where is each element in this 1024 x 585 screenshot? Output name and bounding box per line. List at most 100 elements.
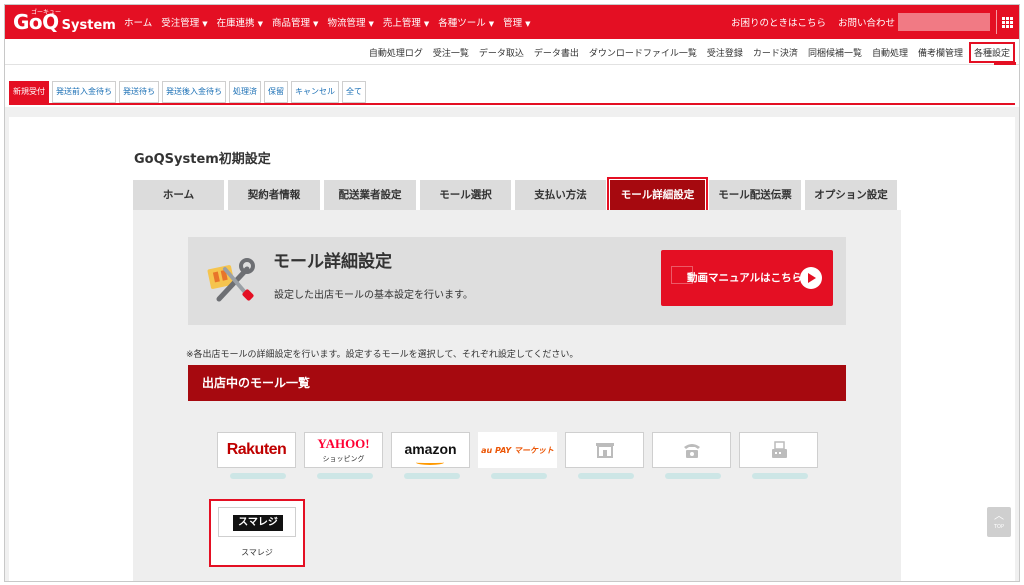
amazon-logo: amazon xyxy=(404,441,457,457)
setup-tab-mall-select[interactable]: モール選択 xyxy=(420,180,511,210)
subnav-auto-log[interactable]: 自動処理ログ xyxy=(369,46,423,59)
goq-logo[interactable]: ゴーキュー GoQ System xyxy=(13,8,116,36)
nav-label: 売上管理 xyxy=(382,18,421,29)
subnav-card-payment[interactable]: カード決済 xyxy=(753,46,798,59)
play-icon xyxy=(800,267,822,289)
order-status-area: 新規受付 発送前入金待ち 発送待ち 発送後入金待ち 処理済 保留 キャンセル 全… xyxy=(5,65,1019,107)
mall-list-heading: 出店中のモール一覧 xyxy=(188,365,846,401)
mall-label-blurred xyxy=(404,473,460,479)
subnav-data-import[interactable]: データ取込 xyxy=(479,46,524,59)
nav-logistics[interactable]: 物流管理 ▼ xyxy=(327,15,373,29)
mall-label-blurred xyxy=(665,473,721,479)
main-nav: ホーム 受注管理 ▼ 在庫連携 ▼ 商品管理 ▼ 物流管理 ▼ 売上管理 ▼ 各種ツール ▼… xyxy=(124,5,540,39)
video-manual-label: 動画マニュアルはこちら xyxy=(687,272,803,284)
nav-tools[interactable]: 各種ツール ▼ xyxy=(438,15,494,29)
mall-smaregi[interactable]: スマレジ スマレジ xyxy=(209,499,305,567)
status-tab-postpay-wait[interactable]: 発送後入金待ち xyxy=(162,81,226,103)
app-window: ゴーキュー GoQ System ホーム 受注管理 ▼ 在庫連携 ▼ 商品管理 ▼ 物… xyxy=(4,4,1020,582)
nav-products[interactable]: 商品管理 ▼ xyxy=(272,15,318,29)
status-tab-cancel[interactable]: キャンセル xyxy=(291,81,339,103)
video-manual-button[interactable]: 動画マニュアルはこちら xyxy=(661,250,833,306)
smaregi-logo-box: スマレジ xyxy=(218,507,296,537)
nav-admin[interactable]: 管理 ▼ xyxy=(503,15,530,29)
status-tab-hold[interactable]: 保留 xyxy=(264,81,288,103)
mall-yahoo[interactable]: YAHOO! ショッピング xyxy=(304,432,383,479)
setup-tab-payment[interactable]: 支払い方法 xyxy=(515,180,606,210)
caret-down-icon: ▼ xyxy=(423,20,430,28)
top-bar: ゴーキュー GoQ System ホーム 受注管理 ▼ 在庫連携 ▼ 商品管理 ▼ 物… xyxy=(5,5,1019,39)
mall-shop[interactable] xyxy=(565,432,644,479)
subnav-data-export[interactable]: データ書出 xyxy=(534,46,579,59)
amazon-smile-icon xyxy=(416,460,444,465)
nav-label: 物流管理 xyxy=(327,18,366,29)
apps-grid-button[interactable] xyxy=(996,10,1018,34)
setup-tab-contractor[interactable]: 契約者情報 xyxy=(228,180,320,210)
nav-sales[interactable]: 売上管理 ▼ xyxy=(383,15,429,29)
status-tab-underline xyxy=(9,103,1015,105)
setup-tab-options[interactable]: オプション設定 xyxy=(805,180,897,210)
tools-icon xyxy=(207,258,255,302)
logo-ruby: ゴーキュー xyxy=(31,9,62,16)
nav-label: 商品管理 xyxy=(272,18,311,29)
grid-icon xyxy=(1002,16,1013,28)
subnav-remarks[interactable]: 備考欄管理 xyxy=(918,46,963,59)
status-tab-ship-wait[interactable]: 発送待ち xyxy=(119,81,159,103)
status-tab-new[interactable]: 新規受付 xyxy=(9,81,49,103)
smaregi-logo: スマレジ xyxy=(233,515,283,531)
status-tab-done[interactable]: 処理済 xyxy=(229,81,261,103)
nav-label: 各種ツール xyxy=(438,18,486,29)
nav-home[interactable]: ホーム xyxy=(124,15,152,29)
content-panel: GoQSystem初期設定 ホーム 契約者情報 配送業者設定 モール選択 支払い… xyxy=(9,117,1015,581)
mall-label-blurred xyxy=(230,473,286,479)
mall-label-blurred xyxy=(491,473,547,479)
user-account-box[interactable] xyxy=(898,13,990,31)
mall-fax[interactable] xyxy=(739,432,818,479)
mall-label-blurred xyxy=(578,473,634,479)
caret-down-icon: ▼ xyxy=(257,20,264,28)
chevron-up-icon: ︿ xyxy=(994,511,1004,522)
section-header-box: モール詳細設定 設定した出店モールの基本設定を行います。 動画マニュアルはこちら xyxy=(188,237,846,325)
mall-logo-list: Rakuten YAHOO! ショッピング amazon au PAY マーケッ… xyxy=(217,432,826,479)
subnav-auto-process[interactable]: 自動処理 xyxy=(872,46,908,59)
subnav-order-register[interactable]: 受注登録 xyxy=(707,46,743,59)
subnav-download-list[interactable]: ダウンロードファイル一覧 xyxy=(589,46,697,59)
fax-icon xyxy=(772,441,787,458)
mall-aupay[interactable]: au PAY マーケット xyxy=(478,432,557,479)
mall-amazon[interactable]: amazon xyxy=(391,432,470,479)
nav-label: 受注管理 xyxy=(161,18,200,29)
mall-phone[interactable] xyxy=(652,432,731,479)
aupay-logo: au PAY マーケット xyxy=(481,446,554,455)
setup-title: GoQSystem初期設定 xyxy=(134,152,271,167)
status-tab-all[interactable]: 全て xyxy=(342,81,366,103)
caret-down-icon: ▼ xyxy=(368,20,374,28)
nav-inventory[interactable]: 在庫連携 ▼ xyxy=(217,15,263,29)
caret-down-icon: ▼ xyxy=(202,20,208,28)
smaregi-caption: スマレジ xyxy=(241,548,273,557)
logo-sub: System xyxy=(61,18,116,33)
subnav-settings[interactable]: 各種設定 xyxy=(968,41,1015,63)
help-links: お困りのときはこちら お問い合わせ xyxy=(731,5,907,39)
yahoo-logo: YAHOO! xyxy=(317,436,370,451)
mall-label-blurred xyxy=(317,473,373,479)
section-title: モール詳細設定 xyxy=(273,252,392,272)
mall-label-blurred xyxy=(752,473,808,479)
setup-tab-mall-slip[interactable]: モール配送伝票 xyxy=(709,180,801,210)
subnav-order-list[interactable]: 受注一覧 xyxy=(433,46,469,59)
section-description: 設定した出店モールの基本設定を行います。 xyxy=(274,290,473,301)
yahoo-logo-sub: ショッピング xyxy=(322,455,365,463)
contact-link[interactable]: お問い合わせ xyxy=(838,15,895,29)
nav-label: 在庫連携 xyxy=(216,18,255,29)
instruction-note: ※各出店モールの詳細設定を行います。設定するモールを選択して、それぞれ設定してく… xyxy=(186,350,579,360)
setup-tab-carrier[interactable]: 配送業者設定 xyxy=(324,180,416,210)
setup-tab-mall-detail[interactable]: モール詳細設定 xyxy=(607,177,708,213)
page-top-label: TOP xyxy=(993,524,1004,530)
subnav-bundle-candidates[interactable]: 同梱候補一覧 xyxy=(808,46,862,59)
status-tab-prepay-wait[interactable]: 発送前入金待ち xyxy=(52,81,116,103)
rakuten-logo: Rakuten xyxy=(226,441,287,458)
help-link[interactable]: お困りのときはこちら xyxy=(731,15,826,29)
mall-rakuten[interactable]: Rakuten xyxy=(217,432,296,479)
page-top-button[interactable]: ︿ TOP xyxy=(987,507,1011,537)
nav-label: ホーム xyxy=(124,18,153,29)
setup-tab-home[interactable]: ホーム xyxy=(133,180,224,210)
nav-orders[interactable]: 受注管理 ▼ xyxy=(161,15,207,29)
